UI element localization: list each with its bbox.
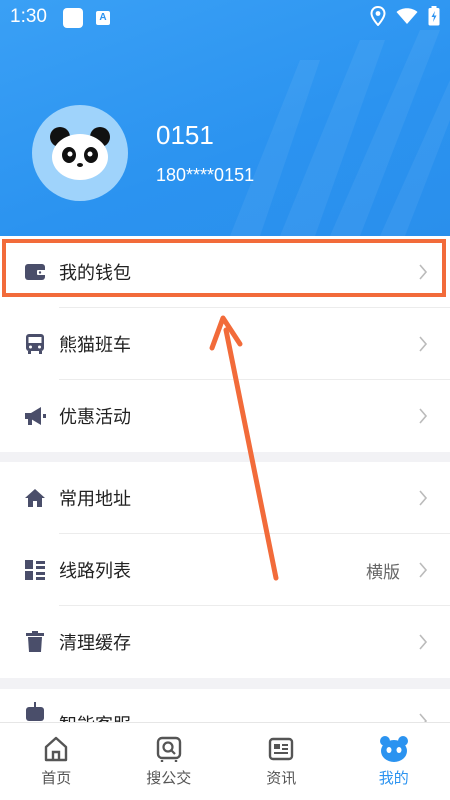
megaphone-icon	[23, 404, 47, 428]
chevron-right-icon	[419, 562, 428, 578]
menu-item-promotions[interactable]: 优惠活动	[0, 380, 450, 452]
menu-item-label: 我的钱包	[59, 263, 131, 284]
battery-icon	[428, 6, 440, 26]
panda-icon	[379, 736, 408, 762]
user-phone: 180****0151	[156, 165, 255, 185]
chevron-right-icon	[419, 408, 428, 424]
menu-item-panda-bus[interactable]: 熊猫班车	[0, 308, 450, 380]
nav-label: 首页	[41, 769, 72, 787]
orientation-value: 横版	[366, 562, 400, 583]
menu-item-wallet[interactable]: 我的钱包	[0, 236, 450, 308]
nav-news[interactable]: 资讯	[225, 723, 338, 800]
menu-item-label: 清理缓存	[59, 633, 131, 654]
menu-item-label: 常用地址	[59, 489, 131, 510]
chevron-right-icon	[419, 336, 428, 352]
status-time: 1:30	[10, 6, 47, 27]
home-icon	[23, 486, 47, 510]
menu-item-label: 线路列表	[59, 561, 131, 582]
menu-item-route-list[interactable]: 线路列表 横版	[0, 534, 450, 606]
panda-avatar-icon	[50, 127, 110, 180]
avatar[interactable]	[32, 105, 128, 201]
nav-label: 资讯	[266, 769, 297, 787]
search-bus-icon	[156, 736, 181, 762]
profile-header: 1:30 A 0151 180****0151	[0, 0, 450, 236]
chevron-right-icon	[419, 264, 428, 280]
menu-item-label: 熊猫班车	[59, 335, 131, 356]
nav-mine[interactable]: 我的	[338, 723, 450, 800]
menu-group-settings: 常用地址 线路列表 横版 清理缓存	[0, 462, 450, 678]
status-bar: 1:30 A	[0, 0, 450, 34]
location-icon	[370, 6, 386, 26]
home-outline-icon	[45, 736, 68, 762]
trash-icon	[23, 630, 47, 654]
chevron-right-icon	[419, 490, 428, 506]
nav-home[interactable]: 首页	[0, 723, 113, 800]
user-name: 0151	[156, 120, 214, 150]
menu-item-saved-addresses[interactable]: 常用地址	[0, 462, 450, 534]
wifi-icon	[396, 8, 418, 24]
notification-a-icon: A	[96, 11, 110, 25]
chevron-right-icon	[419, 634, 428, 650]
notification-square-icon	[63, 8, 83, 28]
bus-icon	[23, 332, 47, 356]
menu-group-account: 我的钱包 熊猫班车 优惠活动	[0, 236, 450, 452]
wallet-icon	[23, 260, 47, 284]
menu-item-clear-cache[interactable]: 清理缓存	[0, 606, 450, 678]
list-icon	[23, 558, 47, 582]
news-icon	[269, 737, 294, 761]
nav-label: 搜公交	[146, 769, 192, 787]
nav-search-bus[interactable]: 搜公交	[113, 723, 226, 800]
nav-label: 我的	[378, 769, 409, 787]
menu-item-label: 优惠活动	[59, 407, 131, 428]
bottom-navigation: 首页 搜公交 资讯 我的	[0, 722, 450, 800]
